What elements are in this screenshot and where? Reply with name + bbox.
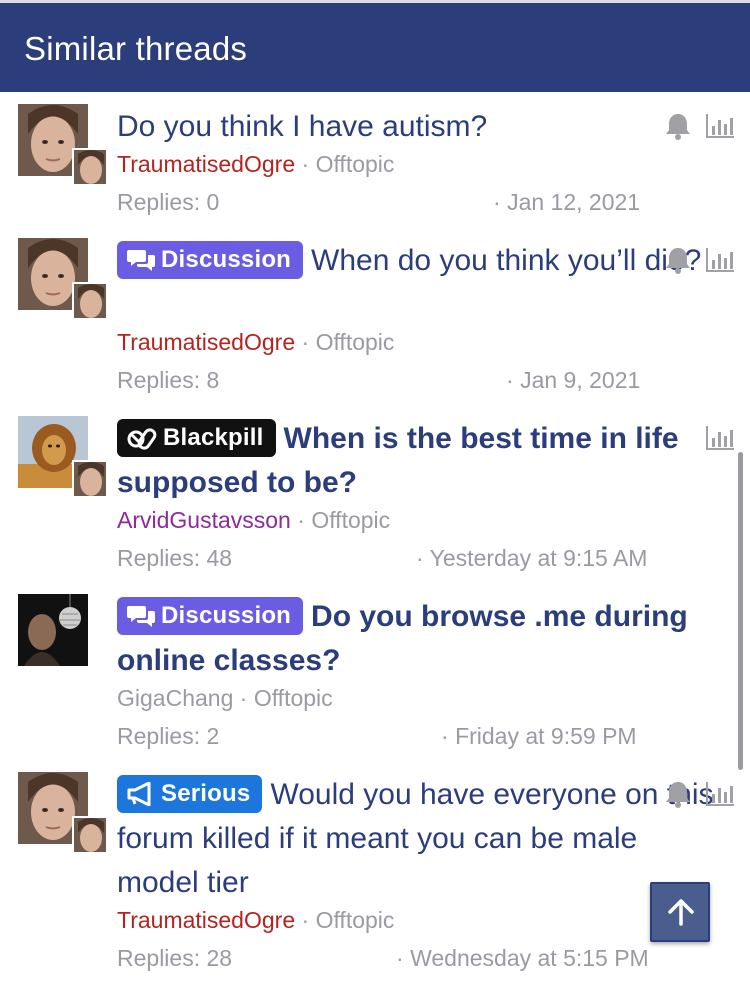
prefix-blackpill[interactable]: Blackpill — [117, 419, 276, 457]
date-text[interactable]: Wednesday at 5:15 PM — [410, 945, 649, 971]
thread-author[interactable]: TraumatisedOgre — [117, 329, 295, 355]
last-poster-avatar[interactable] — [72, 148, 108, 186]
separator: · — [441, 723, 449, 749]
thread-forum[interactable]: Offtopic — [254, 685, 333, 711]
date-text[interactable]: Jan 12, 2021 — [507, 189, 640, 215]
separator: · — [396, 945, 404, 971]
separator: · — [301, 907, 310, 933]
thread-author[interactable]: TraumatisedOgre — [117, 907, 295, 933]
thread-forum[interactable]: Offtopic — [316, 907, 395, 933]
prefix-label: Blackpill — [163, 424, 264, 451]
thread-replies: Replies: 2 — [117, 723, 220, 749]
date-text[interactable]: Jan 9, 2021 — [520, 367, 640, 393]
bell-icon[interactable] — [665, 246, 691, 274]
thread-avatars — [18, 594, 108, 676]
date-text[interactable]: Friday at 9:59 PM — [455, 723, 637, 749]
chart-icon[interactable] — [706, 426, 734, 452]
thread-item[interactable]: Do you think I have autism? TraumatisedO… — [0, 92, 750, 232]
thread-meta: TraumatisedOgre · Offtopic — [117, 328, 394, 356]
thread-avatars — [18, 104, 108, 186]
megaphone-icon — [127, 781, 151, 807]
block-header: Similar threads — [0, 3, 750, 92]
thread-item[interactable]: Blackpill When is the best time in life s… — [0, 410, 750, 588]
last-poster-avatar[interactable] — [72, 816, 108, 854]
thread-avatars — [18, 772, 108, 854]
thread-meta: ArvidGustavsson · Offtopic — [117, 506, 390, 534]
prefix-label: Serious — [161, 780, 251, 807]
thread-meta: TraumatisedOgre · Offtopic — [117, 150, 394, 178]
thread-title[interactable]: Blackpill When is the best time in life s… — [117, 417, 724, 505]
prefix-serious[interactable]: Serious — [117, 775, 263, 813]
comments-icon — [127, 606, 155, 627]
prefix-discussion[interactable]: Discussion — [117, 597, 304, 635]
thread-item[interactable]: Serious Would you have everyone on this f… — [0, 766, 750, 997]
bell-icon[interactable] — [665, 112, 691, 140]
separator: · — [297, 507, 305, 533]
thread-title[interactable]: Discussion When do you think you’ll die? — [117, 239, 724, 283]
thread-avatars — [18, 416, 108, 498]
author-avatar[interactable] — [18, 594, 88, 666]
separator: · — [493, 189, 501, 215]
block-title: Similar threads — [24, 30, 248, 67]
separator: · — [239, 685, 248, 711]
thread-forum[interactable]: Offtopic — [316, 151, 395, 177]
thread-meta: GigaChang · Offtopic — [117, 684, 333, 712]
thread-title[interactable]: Serious Would you have everyone on this f… — [117, 773, 724, 905]
thread-avatars — [18, 238, 108, 320]
thread-title[interactable]: Discussion Do you browse .me during onlin… — [117, 595, 736, 683]
last-poster-avatar[interactable] — [72, 460, 108, 498]
thread-last-post-date[interactable]: · Jan 9, 2021 — [506, 366, 640, 394]
thread-author[interactable]: ArvidGustavsson — [117, 507, 291, 533]
thread-last-post-date[interactable]: · Wednesday at 5:15 PM — [396, 944, 649, 972]
thread-meta: TraumatisedOgre · Offtopic — [117, 906, 394, 934]
last-poster-avatar[interactable] — [72, 282, 108, 320]
scroll-to-top-button[interactable] — [650, 882, 710, 942]
chart-icon[interactable] — [706, 114, 734, 140]
thread-replies: Replies: 28 — [117, 945, 233, 971]
thread-item[interactable]: Discussion When do you think you’ll die? … — [0, 232, 750, 410]
thread-replies: Replies: 0 — [117, 189, 220, 215]
thread-title-text[interactable]: Do you think I have autism? — [117, 110, 487, 143]
thread-last-post-date[interactable]: · Yesterday at 9:15 AM — [416, 544, 647, 572]
arrow-up-icon — [668, 899, 694, 926]
bell-icon[interactable] — [665, 780, 691, 808]
prefix-label: Discussion — [161, 246, 292, 273]
thread-forum[interactable]: Offtopic — [316, 329, 395, 355]
separator: · — [301, 151, 310, 177]
thread-title-text[interactable]: When do you think you’ll die? — [311, 244, 701, 277]
separator: · — [416, 545, 424, 571]
prefix-label: Discussion — [161, 602, 292, 629]
thread-forum[interactable]: Offtopic — [311, 507, 390, 533]
thread-author[interactable]: GigaChang — [117, 685, 233, 711]
thread-author[interactable]: TraumatisedOgre — [117, 151, 295, 177]
separator: · — [301, 329, 310, 355]
thread-item[interactable]: Discussion Do you browse .me during onlin… — [0, 588, 750, 766]
thread-replies: Replies: 48 — [117, 545, 233, 571]
comments-icon — [127, 250, 155, 271]
thread-replies: Replies: 8 — [117, 367, 220, 393]
chart-icon[interactable] — [706, 782, 734, 808]
thread-last-post-date[interactable]: · Friday at 9:59 PM — [441, 722, 637, 750]
scrollbar[interactable] — [738, 452, 743, 770]
separator: · — [506, 367, 514, 393]
thread-title[interactable]: Do you think I have autism? — [117, 105, 724, 149]
chart-icon[interactable] — [706, 248, 734, 274]
prefix-discussion[interactable]: Discussion — [117, 241, 304, 279]
pills-icon — [127, 428, 157, 450]
date-text[interactable]: Yesterday at 9:15 AM — [430, 545, 648, 571]
thread-last-post-date[interactable]: · Jan 12, 2021 — [493, 188, 640, 216]
